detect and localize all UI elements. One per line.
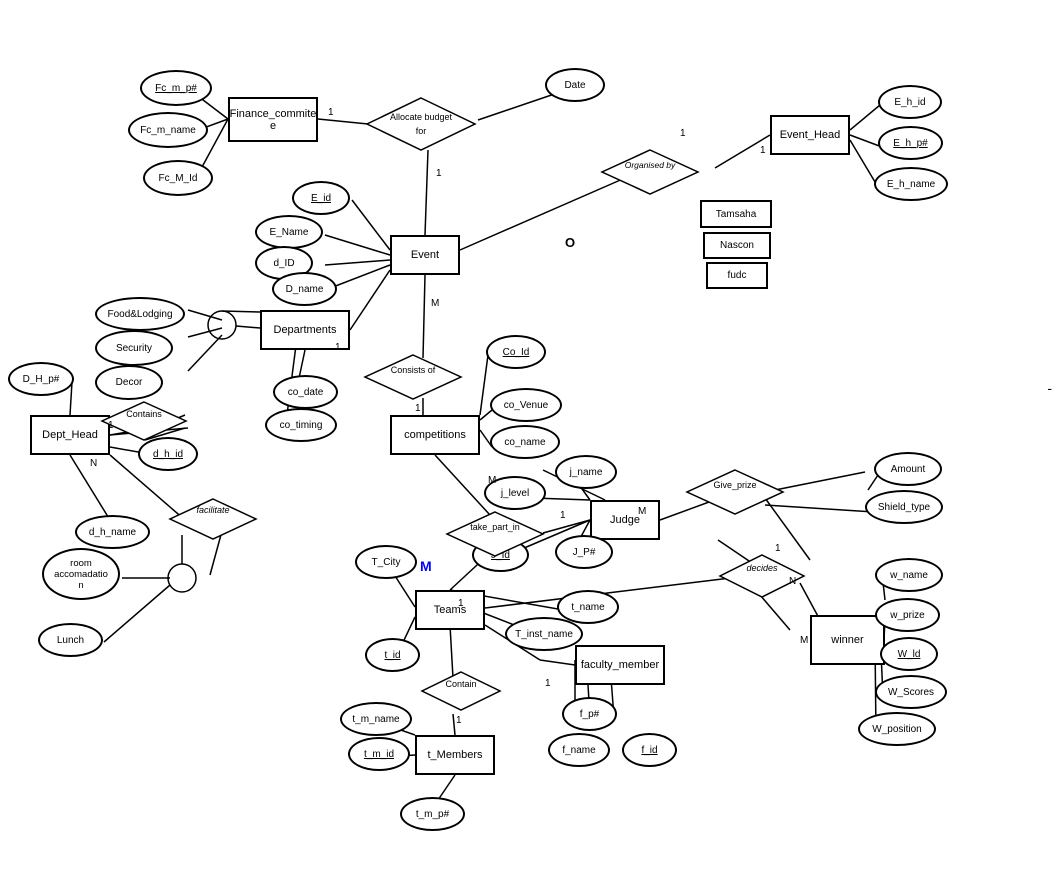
entity-faculty-member: faculty_member [575,645,665,685]
label-m-comp-tpi: M [488,475,496,486]
rel-give-prize: Give_prize [685,468,785,519]
label-1-consists-comp: 1 [415,403,421,414]
label-1-contain-tm: 1 [456,715,462,726]
attr-j-name: j_name [555,455,617,489]
attr-room-acc: roomaccomadation [42,548,120,600]
attr-date: Date [545,68,605,102]
svg-text:Organised by: Organised by [625,160,676,170]
label-1-judge-tpi: 1 [560,510,566,521]
entity-competitions: competitions [390,415,480,455]
label-1-dept-consists: 1 [335,342,341,353]
attr-co-venue: co_Venue [490,388,562,422]
attr-d-h-p: D_H_p# [8,362,74,396]
rel-consists-of: Consists of [363,353,463,404]
dash-marker: - [1047,380,1052,396]
rel-take-part-in: take_part_in [445,510,545,561]
label-m-event-consists: M [431,298,439,309]
attr-d-h-name: d_h_name [75,515,150,549]
attr-w-name: w_name [875,558,943,592]
attr-w-position: W_position [858,712,936,746]
svg-text:decides: decides [746,563,778,573]
entity-judge: Judge [590,500,660,540]
entity-event-head: Event_Head [770,115,850,155]
entity-teams: Teams [415,590,485,630]
attr-e-h-name: E_h_name [874,167,948,201]
attr-t-m-name: t_m_name [340,702,412,736]
attr-e-h-id: E_h_id [878,85,942,119]
rel-facilitate: facilitate [168,497,258,544]
attr-e-h-p: E_h_p# [878,126,943,160]
attr-t-inst-name: T_inst_name [505,617,583,651]
svg-text:Consists of: Consists of [391,365,436,375]
attr-security: Security [95,330,173,366]
attr-t-m-p: t_m_p# [400,797,465,831]
label-1-event-org: 1 [680,128,686,139]
attr-t-m-id: t_m_id [348,737,410,771]
attr-shield-type: Shield_type [865,490,943,524]
label-1-faculty-contain: 1 [545,678,551,689]
label-1-teams-faculty: 1 [458,598,464,609]
attr-w-ld: W_ld [880,637,938,671]
attr-w-scores: W_Scores [875,675,947,709]
rel-allocate-budget: Allocate budget for [365,96,477,157]
svg-text:Give_prize: Give_prize [713,480,756,490]
attr-fc-m-name: Fc_m_name [128,112,208,148]
svg-text:for: for [416,126,427,136]
svg-text:Contains: Contains [126,409,162,419]
label-o-event: O [565,235,575,250]
svg-text:facilitate: facilitate [196,505,229,515]
entity-nascon: Nascon [703,232,771,259]
label-1-contains: 1 [108,420,114,431]
attr-decor: Decor [95,365,163,400]
attr-t-name: t_name [557,590,619,624]
svg-text:take_part_in: take_part_in [470,522,520,532]
attr-t-id: t_id [365,638,420,672]
entity-tamsaha: Tamsaha [700,200,772,228]
attr-e-name: E_Name [255,215,323,249]
attr-fc-m-ld: Fc_M_Id [143,160,213,196]
attr-f-name: f_name [548,733,610,767]
label-1-fc-allocate: 1 [328,107,334,118]
label-1-allocate-event: 1 [436,168,442,179]
attr-f-id: f_id [622,733,677,767]
attr-fc-m-p: Fc_m_p# [140,70,212,106]
attr-d-name: D_name [272,272,337,306]
entity-event: Event [390,235,460,275]
attr-co-name: co_name [490,425,560,459]
label-n-depthead-contains: N [90,458,97,469]
entity-dept-head: Dept_Head [30,415,110,455]
rel-organised-by: Organised by [600,148,700,199]
label-1-gp-winner: 1 [775,543,781,554]
rel-contain: Contain [420,670,502,715]
entity-finance-committee: Finance_commite e [228,97,318,142]
attr-t-city: T_City [355,545,417,579]
attr-e-id: E_id [292,181,350,215]
attr-w-prize: w_prize [875,598,940,632]
attr-co-id: Co_Id [486,335,546,369]
svg-text:Allocate budget: Allocate budget [390,112,453,122]
label-n-decides: N [789,576,796,587]
svg-text:Contain: Contain [445,679,476,689]
attr-amount: Amount [874,452,942,486]
attr-food-lodging: Food&Lodging [95,297,185,331]
attr-co-date: co_date [273,375,338,409]
attr-j-p: J_P# [555,535,613,569]
attr-lunch: Lunch [38,623,103,657]
label-m-decides-winner: M [800,635,808,646]
entity-fudc: fudc [706,262,768,289]
label-m-teams-tpi: M [420,558,432,574]
attr-f-p: f_p# [562,697,617,731]
attr-co-timing: co_timing [265,408,337,442]
entity-t-members: t_Members [415,735,495,775]
er-diagram-canvas: Finance_commite e Event Departments comp… [0,0,1060,869]
entity-winner: winner [810,615,885,665]
label-m-judge-gp: M [638,506,646,517]
label-1-org-eh: 1 [760,145,766,156]
